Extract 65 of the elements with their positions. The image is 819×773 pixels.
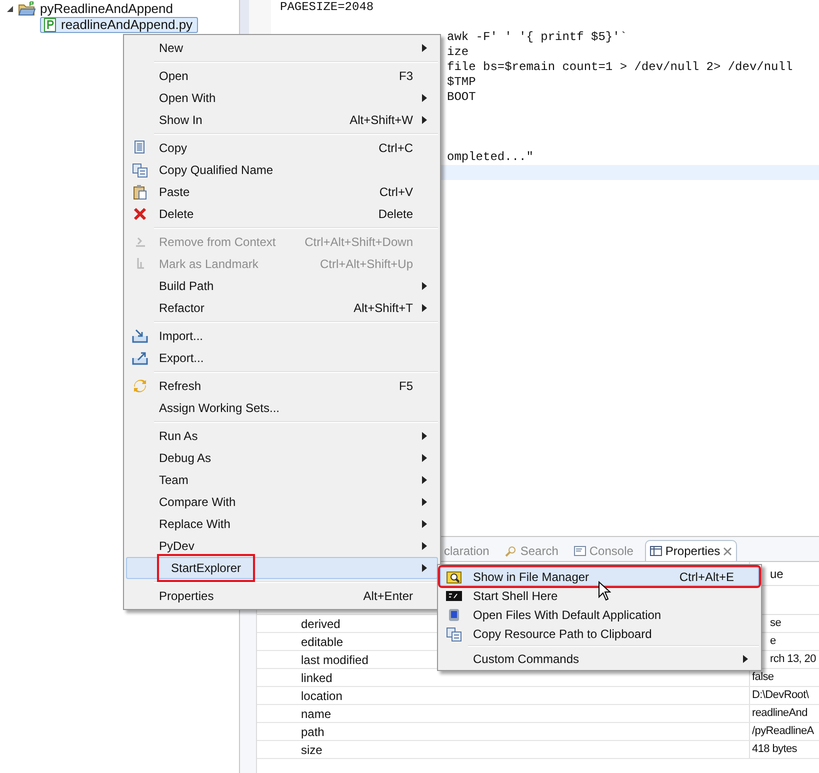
folder-search-icon <box>446 568 462 584</box>
import-icon <box>132 328 148 344</box>
code-line: ize <box>447 45 469 59</box>
application-icon <box>446 606 462 622</box>
menu-item[interactable]: PyDev <box>126 535 438 557</box>
menu-item[interactable]: Copy Resource Path to Clipboard <box>440 624 759 643</box>
column-header[interactable]: ue <box>770 564 784 582</box>
menu-item[interactable]: Custom Commands <box>440 649 759 668</box>
properties-icon <box>650 545 662 557</box>
menu-item[interactable]: Properties Alt+Enter <box>126 585 438 607</box>
mouse-cursor-icon <box>598 581 611 601</box>
submenu-arrow-icon <box>422 116 427 124</box>
submenu-arrow-icon <box>422 564 427 572</box>
property-name: size <box>301 742 322 758</box>
submenu-arrow-icon <box>422 94 427 102</box>
property-value: /pyReadlineA <box>752 724 814 740</box>
property-name: last modified <box>301 652 368 668</box>
submenu-arrow-icon <box>422 304 427 312</box>
delete-icon <box>132 206 148 222</box>
property-name: editable <box>301 634 344 650</box>
paste-icon <box>132 184 148 200</box>
submenu-arrow-icon <box>422 432 427 440</box>
submenu-arrow-icon <box>422 520 427 528</box>
property-name: location <box>301 688 342 704</box>
property-value: 418 bytes <box>752 742 798 758</box>
code-line: awk -F' ' '{ printf $5}'` <box>447 30 628 44</box>
property-value: false <box>752 670 774 686</box>
project-folder-icon <box>18 1 36 17</box>
submenu-arrow-icon <box>743 654 748 662</box>
project-label[interactable]: pyReadlineAndAppend <box>40 0 173 19</box>
collapse-triangle-icon[interactable] <box>6 5 14 13</box>
code-line: BOOT <box>447 90 476 104</box>
export-icon <box>132 350 148 366</box>
property-value: se <box>770 616 782 632</box>
property-name: path <box>301 724 324 740</box>
property-value: D:\DevRoot\ <box>752 688 809 704</box>
python-file-icon <box>44 18 56 32</box>
console-icon <box>574 544 586 556</box>
code-line: PAGESIZE=2048 <box>280 0 374 14</box>
property-name: linked <box>301 670 332 686</box>
copy-icon <box>446 626 462 642</box>
menu-item[interactable]: StartExplorer <box>126 557 438 579</box>
search-icon <box>505 544 518 556</box>
close-icon[interactable] <box>723 546 732 556</box>
submenu-arrow-icon <box>422 542 427 550</box>
view-tab[interactable]: Properties <box>645 540 738 561</box>
property-value: readlineAnd <box>752 706 808 722</box>
submenu-arrow-icon <box>422 282 427 290</box>
refresh-icon <box>132 378 148 394</box>
code-line: file bs=$remain count=1 > /dev/null 2> /dev/null <box>447 60 793 74</box>
submenu-arrow-icon <box>422 44 427 52</box>
property-value: e <box>770 634 776 650</box>
file-item[interactable]: readlineAndAppend.py <box>40 17 198 33</box>
submenu-arrow-icon <box>422 498 427 506</box>
menu-item[interactable]: Open Files With Default Application <box>440 605 759 624</box>
property-name: name <box>301 706 332 722</box>
code-line: ompleted..." <box>447 150 534 164</box>
code-line: $TMP <box>447 75 476 89</box>
submenu-arrow-icon <box>422 476 427 484</box>
property-name: derived <box>301 616 340 632</box>
submenu-arrow-icon <box>422 454 427 462</box>
copy-name-icon <box>132 162 148 178</box>
property-value: rch 13, 20 <box>770 652 816 668</box>
menu-item[interactable]: Show in File Manager Ctrl+Alt+E <box>440 567 759 586</box>
menu-item[interactable]: Start Shell Here <box>440 586 759 605</box>
